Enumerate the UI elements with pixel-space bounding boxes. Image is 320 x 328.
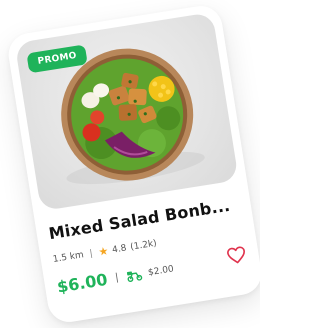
salad-bowl-illustration xyxy=(61,48,205,185)
screen: PROMO Mixed Salad Bonb... 1.5 km | ★ 4.8… xyxy=(0,0,260,328)
star-icon: ★ xyxy=(97,244,110,259)
review-count: (1.2k) xyxy=(129,238,158,253)
distance-text: 1.5 km xyxy=(52,249,85,265)
rating-value: 4.8 xyxy=(111,242,128,256)
heart-icon[interactable] xyxy=(225,245,248,266)
delivery-scooter-icon xyxy=(126,270,143,282)
price-divider: | xyxy=(114,272,120,284)
delivery-fee: $2.00 xyxy=(147,263,175,278)
food-image: PROMO xyxy=(14,12,239,212)
meta-divider: | xyxy=(88,248,94,259)
price-value: $6.00 xyxy=(55,269,109,297)
food-card[interactable]: PROMO Mixed Salad Bonb... 1.5 km | ★ 4.8… xyxy=(5,2,260,326)
food-meta: 1.5 km | ★ 4.8 (1.2k) xyxy=(52,238,157,265)
price-row: $6.00 | $2.00 xyxy=(55,259,175,297)
